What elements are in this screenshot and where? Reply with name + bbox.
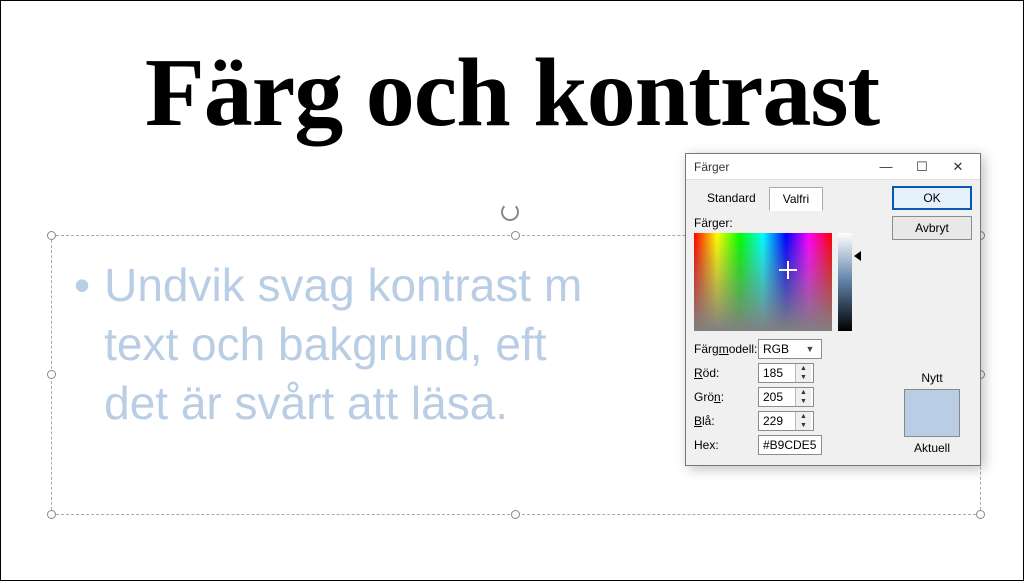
spin-up-icon[interactable]: ▲ [796,412,811,421]
spin-up-icon[interactable]: ▲ [796,364,811,373]
spectrum-cursor-icon [783,265,793,275]
spin-down-icon[interactable]: ▼ [796,373,811,382]
blue-input[interactable]: ▲ ▼ [758,411,814,431]
resize-handle[interactable] [47,510,56,519]
red-label: Röd: [694,366,758,380]
resize-handle[interactable] [47,370,56,379]
resize-handle[interactable] [511,231,520,240]
luminance-slider[interactable] [838,233,852,331]
hex-value: #B9CDE5 [763,438,816,452]
red-input[interactable]: ▲ ▼ [758,363,814,383]
resize-handle[interactable] [511,510,520,519]
cancel-button[interactable]: Avbryt [892,216,972,240]
blue-value[interactable] [759,412,795,430]
spin-up-icon[interactable]: ▲ [796,388,811,397]
resize-handle[interactable] [47,231,56,240]
green-input[interactable]: ▲ ▼ [758,387,814,407]
chevron-down-icon: ▼ [803,344,817,354]
blue-label: Blå: [694,414,758,428]
green-value[interactable] [759,388,795,406]
rotation-handle[interactable] [499,201,521,223]
hex-input[interactable]: #B9CDE5 [758,435,822,455]
maximize-button[interactable]: ☐ [904,156,940,178]
resize-handle[interactable] [976,510,985,519]
model-label: Färgmodell: [694,342,758,356]
color-model-value: RGB [763,342,789,356]
hex-label: Hex: [694,438,758,452]
minimize-button[interactable]: — [868,156,904,178]
dialog-title: Färger [694,160,868,174]
current-color-label: Aktuell [892,441,972,455]
colors-label: Färger: [694,216,882,230]
bullet-marker: • [74,256,90,433]
red-value[interactable] [759,364,795,382]
dialog-titlebar[interactable]: Färger — ☐ ✕ [686,154,980,180]
green-label: Grön: [694,390,758,404]
rotate-icon [501,203,519,221]
tab-standard[interactable]: Standard [694,187,769,211]
ok-button[interactable]: OK [892,186,972,210]
slide-title: Färg och kontrast [1,37,1023,149]
tab-strip: Standard Valfri [694,186,882,210]
luminance-arrow-icon [854,251,861,261]
tab-custom[interactable]: Valfri [769,187,823,211]
color-model-select[interactable]: RGB ▼ [758,339,822,359]
color-swatch [904,389,960,437]
color-spectrum[interactable] [694,233,832,331]
colors-dialog: Färger — ☐ ✕ Standard Valfri Färger: Fär… [685,153,981,466]
spin-down-icon[interactable]: ▼ [796,421,811,430]
spin-down-icon[interactable]: ▼ [796,397,811,406]
new-color-label: Nytt [892,371,972,385]
close-button[interactable]: ✕ [940,156,976,178]
